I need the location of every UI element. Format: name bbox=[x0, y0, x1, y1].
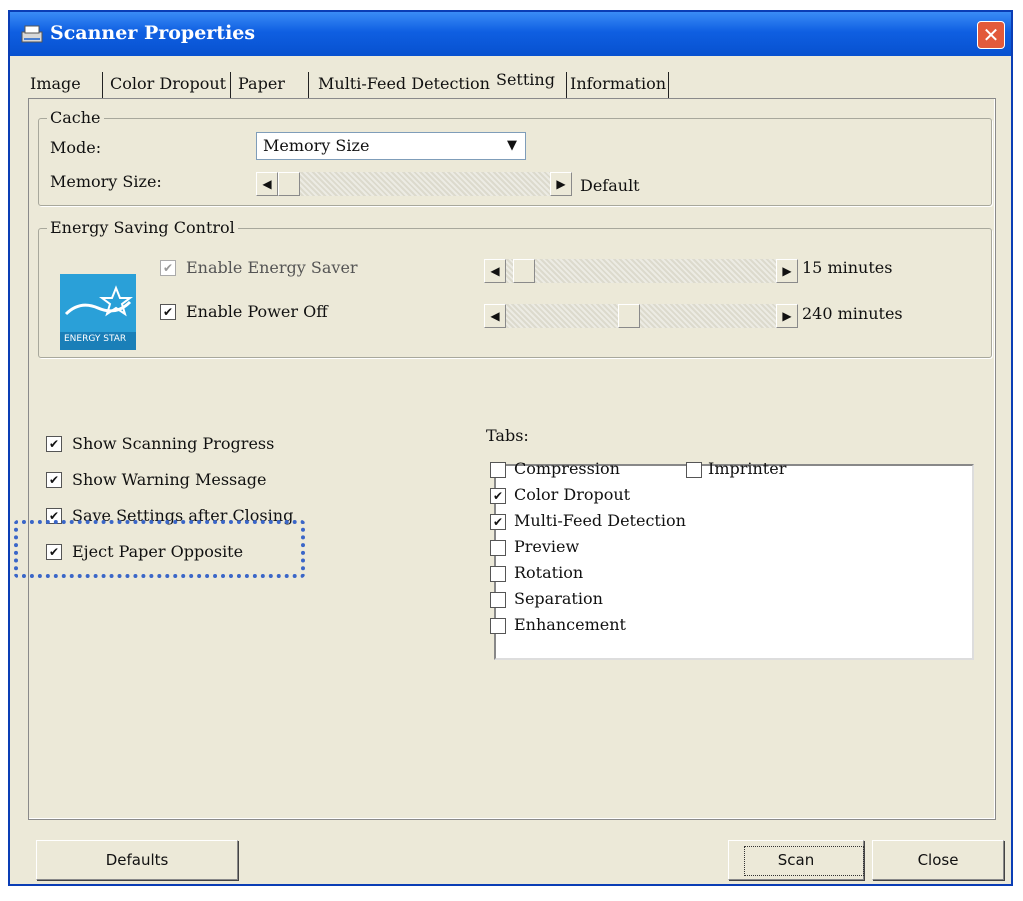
scanner-properties-window: Scanner Properties ✕ Image Color Dropout… bbox=[8, 10, 1013, 886]
power-off-value: 240 minutes bbox=[802, 304, 903, 323]
tabs-list-label: Tabs: bbox=[486, 426, 529, 445]
mode-label: Mode: bbox=[50, 138, 102, 157]
show-warning-message-label: Show Warning Message bbox=[72, 470, 267, 489]
multi-feed-detection-label: Multi-Feed Detection bbox=[514, 511, 686, 530]
energy-star-logo: ENERGY STAR bbox=[60, 274, 136, 350]
eject-paper-highlight bbox=[14, 520, 305, 578]
preview-checkbox[interactable] bbox=[490, 540, 506, 556]
mode-value: Memory Size bbox=[263, 136, 370, 155]
separation-checkbox[interactable] bbox=[490, 592, 506, 608]
tab-separator bbox=[668, 72, 669, 98]
slider-thumb[interactable] bbox=[513, 259, 535, 283]
tab-separator bbox=[230, 72, 231, 98]
tab-separator bbox=[566, 72, 567, 98]
rotation-label: Rotation bbox=[514, 563, 584, 582]
scanner-icon bbox=[21, 25, 43, 43]
power-off-slider[interactable]: ◀ ▶ bbox=[484, 304, 798, 328]
energy-saver-value: 15 minutes bbox=[802, 258, 893, 277]
energy-saving-group: Energy Saving Control bbox=[38, 218, 992, 358]
memory-size-label: Memory Size: bbox=[50, 172, 162, 191]
defaults-button[interactable]: Defaults bbox=[36, 840, 238, 880]
show-warning-message-checkbox[interactable]: ✔ bbox=[46, 472, 62, 488]
slider-right-arrow-icon[interactable]: ▶ bbox=[776, 304, 798, 328]
preview-label: Preview bbox=[514, 537, 580, 556]
scan-focus-rect bbox=[744, 846, 864, 876]
multi-feed-detection-checkbox[interactable]: ✔ bbox=[490, 514, 506, 530]
show-scanning-progress-label: Show Scanning Progress bbox=[72, 434, 275, 453]
window-title: Scanner Properties bbox=[50, 22, 256, 44]
memory-size-slider[interactable]: ◀ ▶ bbox=[256, 172, 572, 196]
slider-thumb[interactable] bbox=[278, 172, 300, 196]
slider-left-arrow-icon[interactable]: ◀ bbox=[256, 172, 278, 196]
show-scanning-progress-checkbox[interactable]: ✔ bbox=[46, 436, 62, 452]
energy-saving-group-title: Energy Saving Control bbox=[47, 218, 238, 237]
close-button[interactable]: Close bbox=[872, 840, 1004, 880]
color-dropout-checkbox[interactable]: ✔ bbox=[490, 488, 506, 504]
energy-saver-slider[interactable]: ◀ ▶ bbox=[484, 259, 798, 283]
slider-left-arrow-icon[interactable]: ◀ bbox=[484, 304, 506, 328]
imprinter-checkbox[interactable] bbox=[686, 462, 702, 478]
enable-energy-saver-label: Enable Energy Saver bbox=[186, 258, 358, 277]
mode-dropdown[interactable]: Memory Size ▼ bbox=[256, 132, 526, 160]
tab-setting[interactable]: Setting bbox=[492, 66, 566, 98]
enhancement-checkbox[interactable] bbox=[490, 618, 506, 634]
close-window-button[interactable]: ✕ bbox=[977, 21, 1005, 49]
tab-separator bbox=[308, 72, 309, 98]
color-dropout-label: Color Dropout bbox=[514, 485, 631, 504]
enhancement-label: Enhancement bbox=[514, 615, 626, 634]
slider-left-arrow-icon[interactable]: ◀ bbox=[484, 259, 506, 283]
enable-power-off-label: Enable Power Off bbox=[186, 302, 328, 321]
slider-thumb[interactable] bbox=[618, 304, 640, 328]
imprinter-label: Imprinter bbox=[708, 459, 787, 478]
enable-power-off-checkbox[interactable]: ✔ bbox=[160, 304, 176, 320]
slider-right-arrow-icon[interactable]: ▶ bbox=[550, 172, 572, 196]
enable-energy-saver-checkbox[interactable]: ✔ bbox=[160, 260, 176, 276]
energy-star-text: ENERGY STAR bbox=[64, 334, 127, 344]
slider-right-arrow-icon[interactable]: ▶ bbox=[776, 259, 798, 283]
compression-label: Compression bbox=[514, 459, 620, 478]
setting-panel bbox=[28, 98, 996, 820]
memory-size-value: Default bbox=[580, 176, 640, 195]
rotation-checkbox[interactable] bbox=[490, 566, 506, 582]
chevron-down-icon[interactable]: ▼ bbox=[501, 135, 523, 157]
title-bar[interactable]: Scanner Properties ✕ bbox=[10, 12, 1011, 56]
compression-checkbox[interactable] bbox=[490, 462, 506, 478]
cache-group-title: Cache bbox=[47, 108, 104, 127]
separation-label: Separation bbox=[514, 589, 603, 608]
tab-separator bbox=[102, 72, 103, 98]
